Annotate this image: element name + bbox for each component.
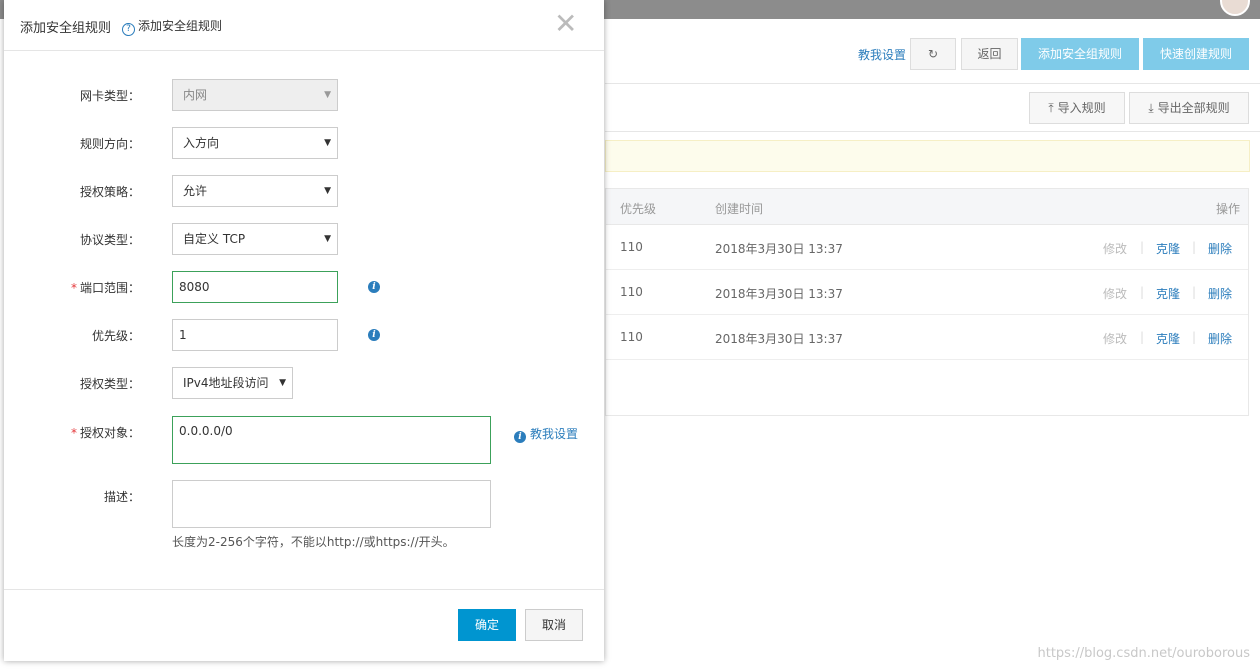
nic-type-value: 内网 xyxy=(183,88,208,102)
clone-link[interactable]: 克隆 xyxy=(1156,330,1180,347)
cancel-button[interactable]: 取消 xyxy=(525,609,583,641)
refresh-icon: ↻ xyxy=(927,47,939,61)
caret-down-icon: ▼ xyxy=(324,234,331,244)
upload-icon: ⤒ xyxy=(1048,101,1054,115)
edit-link[interactable]: 修改 xyxy=(1103,330,1127,347)
row-created: 2018年3月30日 13:37 xyxy=(715,242,843,256)
delete-link[interactable]: 删除 xyxy=(1208,240,1232,257)
auth-type-select[interactable]: IPv4地址段访问 ▼ xyxy=(172,367,293,399)
port-range-label-text: 端口范围： xyxy=(79,281,140,295)
row-priority: 110 xyxy=(620,285,643,299)
separator: | xyxy=(1140,330,1145,344)
policy-select[interactable]: 允许 ▼ xyxy=(172,175,338,207)
col-actions: 操作 xyxy=(1215,202,1240,216)
required-mark: * xyxy=(70,426,77,440)
row-created: 2018年3月30日 13:37 xyxy=(715,287,843,301)
protocol-select[interactable]: 自定义 TCP ▼ xyxy=(172,223,338,255)
import-rules-label: 导入规则 xyxy=(1057,101,1106,115)
rules-table: 优先级 创建时间 操作 110 2018年3月30日 13:37 修改 | 克隆… xyxy=(605,188,1249,416)
delete-link[interactable]: 删除 xyxy=(1208,330,1232,347)
auth-type-value: IPv4地址段访问 xyxy=(183,376,269,390)
close-icon[interactable]: ✕ xyxy=(554,10,577,38)
table-row: 110 2018年3月30日 13:37 修改 | 克隆 | 删除 xyxy=(606,225,1248,270)
port-range-label: * 端口范围： xyxy=(4,279,140,296)
nic-type-select: 内网 ▼ xyxy=(172,79,338,111)
protocol-label: 协议类型： xyxy=(79,233,140,247)
nic-type-label: 网卡类型： xyxy=(79,89,140,103)
dialog-header: 添加安全组规则 ? 添加安全组规则 ✕ xyxy=(4,0,604,51)
row-priority: 110 xyxy=(620,240,643,254)
separator: | xyxy=(1192,240,1197,254)
caret-down-icon: ▼ xyxy=(324,90,331,100)
auth-type-label: 授权类型： xyxy=(79,377,140,391)
required-mark: * xyxy=(70,281,77,295)
info-icon[interactable]: i xyxy=(368,329,380,341)
confirm-button[interactable]: 确定 xyxy=(458,609,516,641)
direction-select[interactable]: 入方向 ▼ xyxy=(172,127,338,159)
clone-link[interactable]: 克隆 xyxy=(1156,240,1180,257)
direction-value: 入方向 xyxy=(183,136,220,150)
refresh-button[interactable]: ↻ xyxy=(910,38,956,70)
description-textarea[interactable] xyxy=(172,480,491,528)
notice-bar xyxy=(605,140,1250,172)
divider xyxy=(605,131,1260,132)
dialog-footer: 确定 取消 xyxy=(4,589,604,661)
auth-object-label-text: 授权对象： xyxy=(79,426,140,440)
table-row: 110 2018年3月30日 13:37 修改 | 克隆 | 删除 xyxy=(606,270,1248,315)
direction-label: 规则方向： xyxy=(79,137,140,151)
export-rules-label: 导出全部规则 xyxy=(1157,101,1230,115)
download-icon: ⤓ xyxy=(1148,101,1154,115)
dialog-help-link[interactable]: ? 添加安全组规则 xyxy=(122,17,222,36)
add-rule-dialog: 添加安全组规则 ? 添加安全组规则 ✕ 网卡类型： 内网 ▼ 规则方向： 入方向 … xyxy=(4,0,604,661)
caret-down-icon: ▼ xyxy=(324,186,331,196)
teach-setting-link[interactable]: i 教我设置 xyxy=(514,425,578,443)
description-label: 描述： xyxy=(103,490,140,504)
separator: | xyxy=(1192,285,1197,299)
table-header: 优先级 创建时间 操作 xyxy=(606,189,1248,225)
edit-link[interactable]: 修改 xyxy=(1103,285,1127,302)
delete-link[interactable]: 删除 xyxy=(1208,285,1232,302)
export-rules-button[interactable]: ⤓ 导出全部规则 xyxy=(1129,92,1249,124)
quick-create-rule-button[interactable]: 快速创建规则 xyxy=(1143,38,1249,70)
table-row: 110 2018年3月30日 13:37 修改 | 克隆 | 删除 xyxy=(606,315,1248,360)
policy-value: 允许 xyxy=(183,184,208,198)
info-icon: i xyxy=(514,431,526,443)
col-priority: 优先级 xyxy=(620,202,657,216)
divider xyxy=(605,83,1260,84)
port-range-input[interactable]: 8080 xyxy=(172,271,338,303)
priority-input[interactable]: 1 xyxy=(172,319,338,351)
priority-label: 优先级： xyxy=(91,329,140,343)
separator: | xyxy=(1192,330,1197,344)
policy-label: 授权策略： xyxy=(79,185,140,199)
import-rules-button[interactable]: ⤒ 导入规则 xyxy=(1029,92,1125,124)
row-priority: 110 xyxy=(620,330,643,344)
caret-down-icon: ▼ xyxy=(324,138,331,148)
separator: | xyxy=(1140,240,1145,254)
teach-setting-link[interactable]: 教我设置 xyxy=(858,46,906,63)
clone-link[interactable]: 克隆 xyxy=(1156,285,1180,302)
col-created: 创建时间 xyxy=(715,202,764,216)
info-icon[interactable]: i xyxy=(368,281,380,293)
description-hint: 长度为2-256个字符，不能以http://或https://开头。 xyxy=(172,535,455,549)
edit-link[interactable]: 修改 xyxy=(1103,240,1127,257)
row-created: 2018年3月30日 13:37 xyxy=(715,332,843,346)
auth-object-textarea[interactable]: 0.0.0.0/0 xyxy=(172,416,491,464)
back-button[interactable]: 返回 xyxy=(961,38,1018,70)
teach-setting-text: 教我设置 xyxy=(530,427,579,441)
protocol-value: 自定义 TCP xyxy=(183,232,246,246)
user-avatar[interactable] xyxy=(1220,0,1250,16)
caret-down-icon: ▼ xyxy=(279,378,286,388)
watermark: https://blog.csdn.net/ouroborous xyxy=(1037,646,1251,661)
help-text: 添加安全组规则 xyxy=(138,19,223,33)
auth-object-label: * 授权对象： xyxy=(4,424,140,441)
dialog-title: 添加安全组规则 xyxy=(20,21,112,36)
question-icon: ? xyxy=(122,23,135,36)
add-rule-button[interactable]: 添加安全组规则 xyxy=(1021,38,1139,70)
separator: | xyxy=(1140,285,1145,299)
